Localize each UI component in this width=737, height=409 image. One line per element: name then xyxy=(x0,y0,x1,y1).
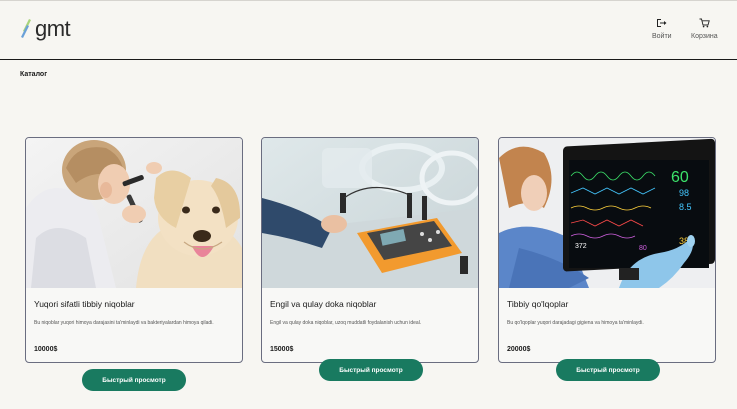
monitor-value: 98 xyxy=(679,188,689,198)
cart-label: Корзина xyxy=(691,33,718,40)
product-title[interactable]: Engil va qulay doka niqoblar xyxy=(270,299,376,309)
product-card[interactable]: Engil va qulay doka niqoblar Engil va qu… xyxy=(261,137,479,363)
product-card[interactable]: Yuqori sifatli tibbiy niqoblar Bu niqobl… xyxy=(25,137,243,363)
patient-monitor-image: 60 98 8.5 372 80 38 xyxy=(499,138,715,288)
breadcrumb[interactable]: Каталог xyxy=(20,71,47,78)
logo-text: gmt xyxy=(35,16,71,41)
top-divider xyxy=(0,0,737,1)
quick-view-button[interactable]: Быстрый просмотр xyxy=(319,359,423,381)
product-title[interactable]: Tibbiy qo'lqoplar xyxy=(507,299,568,309)
product-image[interactable]: 60 98 8.5 372 80 38 xyxy=(499,138,715,288)
product-description: Engil va qulay doka niqoblar, uzoq mudda… xyxy=(270,320,422,326)
logo[interactable]: gmt xyxy=(20,16,71,42)
product-image[interactable] xyxy=(262,138,478,288)
quick-view-button[interactable]: Быстрый просмотр xyxy=(82,369,186,391)
product-title[interactable]: Yuqori sifatli tibbiy niqoblar xyxy=(34,299,135,309)
product-price: 20000$ xyxy=(507,346,531,353)
product-description: Bu qo'lqoplar yuqori darajadagi gigiena … xyxy=(507,320,644,326)
quick-view-button[interactable]: Быстрый просмотр xyxy=(556,359,660,381)
cart-icon xyxy=(699,18,710,28)
product-image[interactable] xyxy=(26,138,242,288)
monitor-value: 60 xyxy=(671,169,689,186)
monitor-value: 80 xyxy=(639,245,647,252)
monitor-value: 8.5 xyxy=(679,202,692,212)
product-description: Bu niqoblar yuqori himoya darajasini ta'… xyxy=(34,320,214,326)
product-card[interactable]: 60 98 8.5 372 80 38 Tibbiy qo'lqoplar Bu… xyxy=(498,137,716,363)
login-icon xyxy=(657,19,667,27)
logo-icon xyxy=(21,19,31,38)
product-price: 10000$ xyxy=(34,346,58,353)
lab-equipment-image xyxy=(262,138,478,288)
login-label: Войти xyxy=(652,33,672,40)
cart-button[interactable]: Корзина xyxy=(691,18,718,40)
monitor-value: 372 xyxy=(575,243,587,250)
product-price: 15000$ xyxy=(270,346,294,353)
login-button[interactable]: Войти xyxy=(652,18,672,40)
doctor-dog-image xyxy=(26,138,242,288)
header: gmt Войти Корзина xyxy=(0,0,737,60)
